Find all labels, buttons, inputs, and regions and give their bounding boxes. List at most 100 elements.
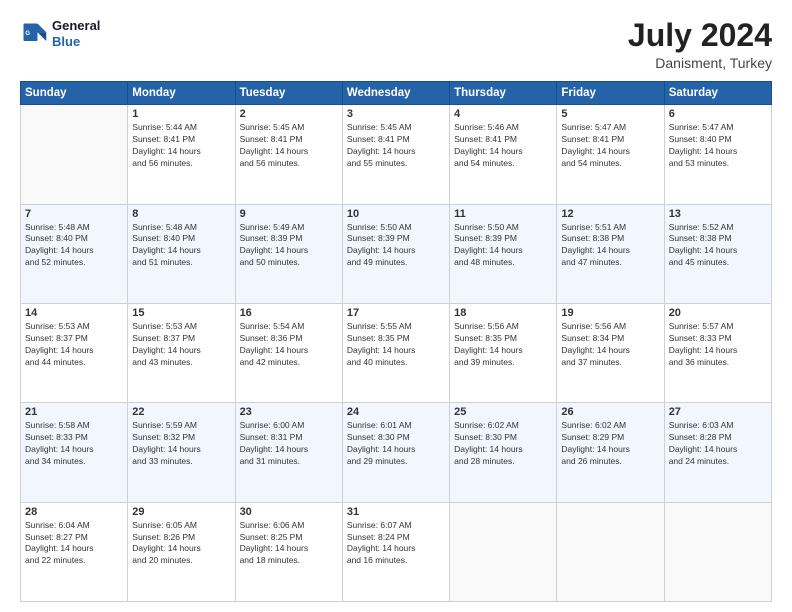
weekday-header-tuesday: Tuesday: [235, 82, 342, 105]
day-number: 4: [454, 108, 552, 120]
calendar-cell: 14 Sunrise: 5:53 AM Sunset: 8:37 PM Dayli…: [21, 303, 128, 402]
day-info: Sunrise: 6:06 AM Sunset: 8:25 PM Dayligh…: [240, 520, 338, 568]
day-info: Sunrise: 5:55 AM Sunset: 8:35 PM Dayligh…: [347, 321, 445, 369]
calendar-cell: 8Sunrise: 5:48 AM Sunset: 8:40 PM Daylig…: [128, 204, 235, 303]
day-info: Sunrise: 5:52 AM Sunset: 8:38 PM Dayligh…: [669, 222, 767, 270]
logo-line2: Blue: [52, 34, 100, 50]
calendar-cell: 28 Sunrise: 6:04 AM Sunset: 8:27 PM Dayli…: [21, 502, 128, 601]
day-info: Sunrise: 5:59 AM Sunset: 8:32 PM Dayligh…: [132, 420, 230, 468]
week-row: 14 Sunrise: 5:53 AM Sunset: 8:37 PM Dayli…: [21, 303, 772, 402]
day-number: 24: [347, 406, 445, 418]
weekday-header-wednesday: Wednesday: [342, 82, 449, 105]
calendar-cell: 25 Sunrise: 6:02 AM Sunset: 8:30 PM Dayli…: [450, 403, 557, 502]
day-info: Sunrise: 5:56 AM Sunset: 8:35 PM Dayligh…: [454, 321, 552, 369]
day-info: Sunrise: 5:48 AM Sunset: 8:40 PM Dayligh…: [132, 222, 230, 270]
day-number: 20: [669, 307, 767, 319]
calendar-cell: 17 Sunrise: 5:55 AM Sunset: 8:35 PM Dayli…: [342, 303, 449, 402]
calendar-cell: 20 Sunrise: 5:57 AM Sunset: 8:33 PM Dayli…: [664, 303, 771, 402]
calendar-cell: 6Sunrise: 5:47 AM Sunset: 8:40 PM Daylig…: [664, 105, 771, 204]
week-row: 21 Sunrise: 5:58 AM Sunset: 8:33 PM Dayli…: [21, 403, 772, 502]
day-number: 11: [454, 208, 552, 220]
calendar-cell: 5Sunrise: 5:47 AM Sunset: 8:41 PM Daylig…: [557, 105, 664, 204]
day-info: Sunrise: 6:02 AM Sunset: 8:29 PM Dayligh…: [561, 420, 659, 468]
day-info: Sunrise: 5:57 AM Sunset: 8:33 PM Dayligh…: [669, 321, 767, 369]
day-number: 3: [347, 108, 445, 120]
day-number: 12: [561, 208, 659, 220]
weekday-header-friday: Friday: [557, 82, 664, 105]
day-number: 5: [561, 108, 659, 120]
calendar: SundayMondayTuesdayWednesdayThursdayFrid…: [20, 81, 772, 602]
day-info: Sunrise: 5:45 AM Sunset: 8:41 PM Dayligh…: [347, 122, 445, 170]
calendar-cell: [21, 105, 128, 204]
day-info: Sunrise: 5:50 AM Sunset: 8:39 PM Dayligh…: [347, 222, 445, 270]
weekday-header-monday: Monday: [128, 82, 235, 105]
day-info: Sunrise: 5:51 AM Sunset: 8:38 PM Dayligh…: [561, 222, 659, 270]
calendar-cell: 3 Sunrise: 5:45 AM Sunset: 8:41 PM Daylig…: [342, 105, 449, 204]
page: G General Blue July 2024 Danisment, Turk…: [0, 0, 792, 612]
day-number: 28: [25, 506, 123, 518]
calendar-cell: 18 Sunrise: 5:56 AM Sunset: 8:35 PM Dayli…: [450, 303, 557, 402]
weekday-header-saturday: Saturday: [664, 82, 771, 105]
day-info: Sunrise: 5:54 AM Sunset: 8:36 PM Dayligh…: [240, 321, 338, 369]
calendar-cell: 15Sunrise: 5:53 AM Sunset: 8:37 PM Dayli…: [128, 303, 235, 402]
day-number: 30: [240, 506, 338, 518]
day-number: 21: [25, 406, 123, 418]
day-number: 23: [240, 406, 338, 418]
calendar-cell: 10 Sunrise: 5:50 AM Sunset: 8:39 PM Dayli…: [342, 204, 449, 303]
calendar-cell: 16Sunrise: 5:54 AM Sunset: 8:36 PM Dayli…: [235, 303, 342, 402]
calendar-cell: 24 Sunrise: 6:01 AM Sunset: 8:30 PM Dayli…: [342, 403, 449, 502]
day-number: 10: [347, 208, 445, 220]
calendar-body: 1Sunrise: 5:44 AM Sunset: 8:41 PM Daylig…: [21, 105, 772, 602]
subtitle: Danisment, Turkey: [628, 55, 772, 71]
calendar-cell: 13 Sunrise: 5:52 AM Sunset: 8:38 PM Dayli…: [664, 204, 771, 303]
logo-text: General Blue: [52, 18, 100, 49]
day-number: 13: [669, 208, 767, 220]
calendar-cell: 4 Sunrise: 5:46 AM Sunset: 8:41 PM Daylig…: [450, 105, 557, 204]
calendar-cell: 29Sunrise: 6:05 AM Sunset: 8:26 PM Dayli…: [128, 502, 235, 601]
weekday-header-sunday: Sunday: [21, 82, 128, 105]
day-info: Sunrise: 5:44 AM Sunset: 8:41 PM Dayligh…: [132, 122, 230, 170]
day-number: 25: [454, 406, 552, 418]
day-number: 2: [240, 108, 338, 120]
day-number: 18: [454, 307, 552, 319]
day-info: Sunrise: 5:46 AM Sunset: 8:41 PM Dayligh…: [454, 122, 552, 170]
week-row: 7 Sunrise: 5:48 AM Sunset: 8:40 PM Daylig…: [21, 204, 772, 303]
day-info: Sunrise: 6:01 AM Sunset: 8:30 PM Dayligh…: [347, 420, 445, 468]
calendar-cell: 2Sunrise: 5:45 AM Sunset: 8:41 PM Daylig…: [235, 105, 342, 204]
day-number: 14: [25, 307, 123, 319]
day-info: Sunrise: 5:56 AM Sunset: 8:34 PM Dayligh…: [561, 321, 659, 369]
day-info: Sunrise: 6:03 AM Sunset: 8:28 PM Dayligh…: [669, 420, 767, 468]
day-info: Sunrise: 5:48 AM Sunset: 8:40 PM Dayligh…: [25, 222, 123, 270]
calendar-cell: 31Sunrise: 6:07 AM Sunset: 8:24 PM Dayli…: [342, 502, 449, 601]
day-number: 7: [25, 208, 123, 220]
weekday-row: SundayMondayTuesdayWednesdayThursdayFrid…: [21, 82, 772, 105]
day-info: Sunrise: 6:02 AM Sunset: 8:30 PM Dayligh…: [454, 420, 552, 468]
calendar-cell: 30 Sunrise: 6:06 AM Sunset: 8:25 PM Dayli…: [235, 502, 342, 601]
calendar-cell: 1Sunrise: 5:44 AM Sunset: 8:41 PM Daylig…: [128, 105, 235, 204]
day-info: Sunrise: 5:50 AM Sunset: 8:39 PM Dayligh…: [454, 222, 552, 270]
day-info: Sunrise: 5:53 AM Sunset: 8:37 PM Dayligh…: [25, 321, 123, 369]
day-number: 26: [561, 406, 659, 418]
day-number: 29: [132, 506, 230, 518]
calendar-cell: 11 Sunrise: 5:50 AM Sunset: 8:39 PM Dayli…: [450, 204, 557, 303]
calendar-cell: 26 Sunrise: 6:02 AM Sunset: 8:29 PM Dayli…: [557, 403, 664, 502]
svg-text:G: G: [25, 29, 30, 36]
calendar-cell: 21 Sunrise: 5:58 AM Sunset: 8:33 PM Dayli…: [21, 403, 128, 502]
calendar-cell: [557, 502, 664, 601]
day-info: Sunrise: 6:00 AM Sunset: 8:31 PM Dayligh…: [240, 420, 338, 468]
day-info: Sunrise: 6:04 AM Sunset: 8:27 PM Dayligh…: [25, 520, 123, 568]
day-number: 9: [240, 208, 338, 220]
day-number: 27: [669, 406, 767, 418]
calendar-cell: 7 Sunrise: 5:48 AM Sunset: 8:40 PM Daylig…: [21, 204, 128, 303]
day-number: 17: [347, 307, 445, 319]
day-info: Sunrise: 5:53 AM Sunset: 8:37 PM Dayligh…: [132, 321, 230, 369]
day-info: Sunrise: 6:07 AM Sunset: 8:24 PM Dayligh…: [347, 520, 445, 568]
calendar-cell: 12 Sunrise: 5:51 AM Sunset: 8:38 PM Dayli…: [557, 204, 664, 303]
day-info: Sunrise: 5:49 AM Sunset: 8:39 PM Dayligh…: [240, 222, 338, 270]
calendar-header: SundayMondayTuesdayWednesdayThursdayFrid…: [21, 82, 772, 105]
week-row: 1Sunrise: 5:44 AM Sunset: 8:41 PM Daylig…: [21, 105, 772, 204]
logo-line1: General: [52, 18, 100, 34]
day-info: Sunrise: 5:58 AM Sunset: 8:33 PM Dayligh…: [25, 420, 123, 468]
day-number: 19: [561, 307, 659, 319]
calendar-cell: 23 Sunrise: 6:00 AM Sunset: 8:31 PM Dayli…: [235, 403, 342, 502]
